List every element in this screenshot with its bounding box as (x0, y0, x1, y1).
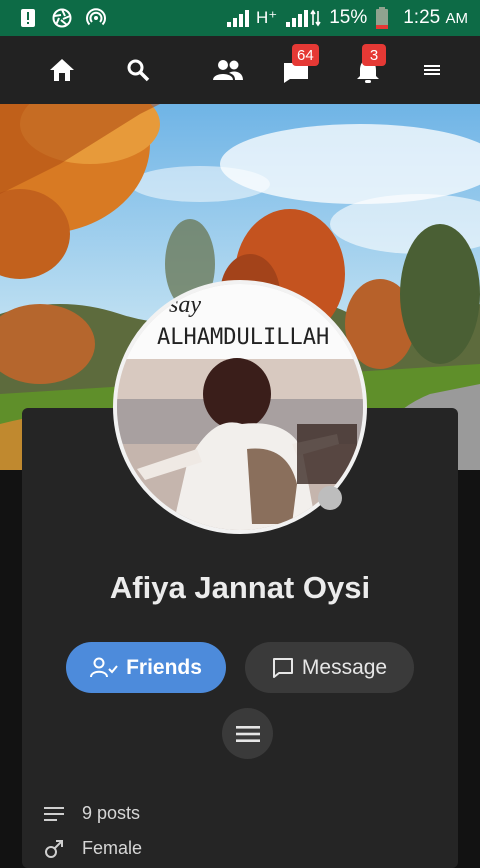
messages-nav-button[interactable]: 64 (268, 36, 324, 104)
home-button[interactable] (34, 36, 90, 104)
message-button[interactable]: Message (245, 642, 414, 693)
hotspot-icon (86, 8, 106, 26)
user-check-icon (90, 657, 118, 677)
posts-count: 9 posts (82, 803, 141, 823)
status-bar: H⁺ 15% 1:25 AM (0, 0, 480, 36)
notifications-nav-button[interactable]: 3 (340, 36, 396, 104)
friends-nav-button[interactable] (200, 36, 256, 104)
message-icon (272, 657, 293, 678)
hamburger-icon (424, 65, 440, 75)
aperture-icon (52, 8, 72, 28)
signal-icon-2 (286, 9, 321, 27)
profile-menu-button[interactable] (222, 708, 273, 759)
friends-button[interactable]: Friends (66, 642, 226, 693)
message-button-label: Message (301, 655, 388, 679)
clock: 1:25 AM (403, 7, 468, 29)
friends-button-label: Friends (126, 655, 202, 679)
gender-icon (45, 839, 63, 858)
messages-badge: 64 (292, 44, 319, 66)
posts-icon (44, 806, 64, 821)
presence-indicator (318, 486, 342, 510)
clock-time: 1:25 (403, 7, 441, 28)
posts-row: 9 posts (44, 803, 140, 824)
search-button[interactable] (110, 36, 166, 104)
notifications-badge: 3 (362, 44, 386, 66)
top-navigation: 64 3 (0, 36, 480, 104)
menu-icon (235, 725, 260, 742)
network-type: H⁺ (255, 8, 278, 27)
profile-name: Afiya Jannat Oysi (109, 570, 371, 605)
avatar-text-line2: ALHAMDULILLAH (157, 325, 329, 350)
clock-ampm: AM (445, 10, 469, 27)
people-icon (213, 60, 243, 80)
gender-value: Female (82, 838, 143, 858)
gender-row: Female (44, 838, 142, 859)
home-icon (50, 59, 74, 81)
battery-percent: 15% (329, 7, 368, 28)
alert-icon (21, 9, 35, 27)
menu-nav-button[interactable] (404, 36, 460, 104)
signal-icon-1 (226, 10, 249, 27)
battery-icon (376, 7, 389, 29)
search-icon (127, 59, 150, 82)
